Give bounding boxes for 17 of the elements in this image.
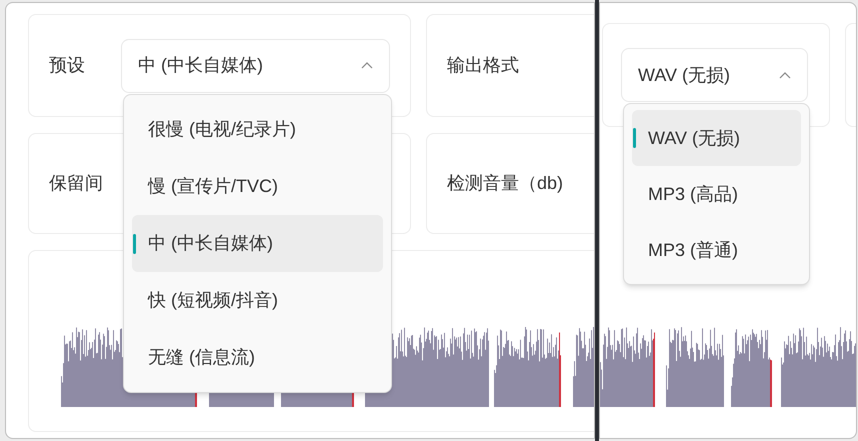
keep-gap-label: 保留间 <box>49 172 103 195</box>
caret-up-icon <box>361 62 373 69</box>
dropdown-option[interactable]: MP3 (高品) <box>632 166 801 222</box>
selection-indicator <box>633 128 636 148</box>
dropdown-option[interactable]: MP3 (普通) <box>632 222 801 278</box>
caret-up-icon <box>779 72 791 78</box>
dropdown-option[interactable]: 很慢 (电视/纪录片) <box>132 101 383 158</box>
dropdown-option[interactable]: 中 (中长自媒体) <box>132 215 383 272</box>
output-format-select[interactable]: WAV (无损) <box>621 48 808 102</box>
output-format-label: 输出格式 <box>447 54 519 77</box>
preset-select[interactable]: 中 (中长自媒体) <box>121 38 390 92</box>
preset-label: 预设 <box>49 54 86 77</box>
dropdown-option[interactable]: 快 (短视频/抖音) <box>132 272 383 329</box>
selection-indicator <box>133 234 136 254</box>
detect-volume-label: 检测音量（db) <box>447 172 564 195</box>
dropdown-option[interactable]: 慢 (宣传片/TVC) <box>132 158 383 215</box>
dropdown-option[interactable]: WAV (无损) <box>632 110 801 166</box>
